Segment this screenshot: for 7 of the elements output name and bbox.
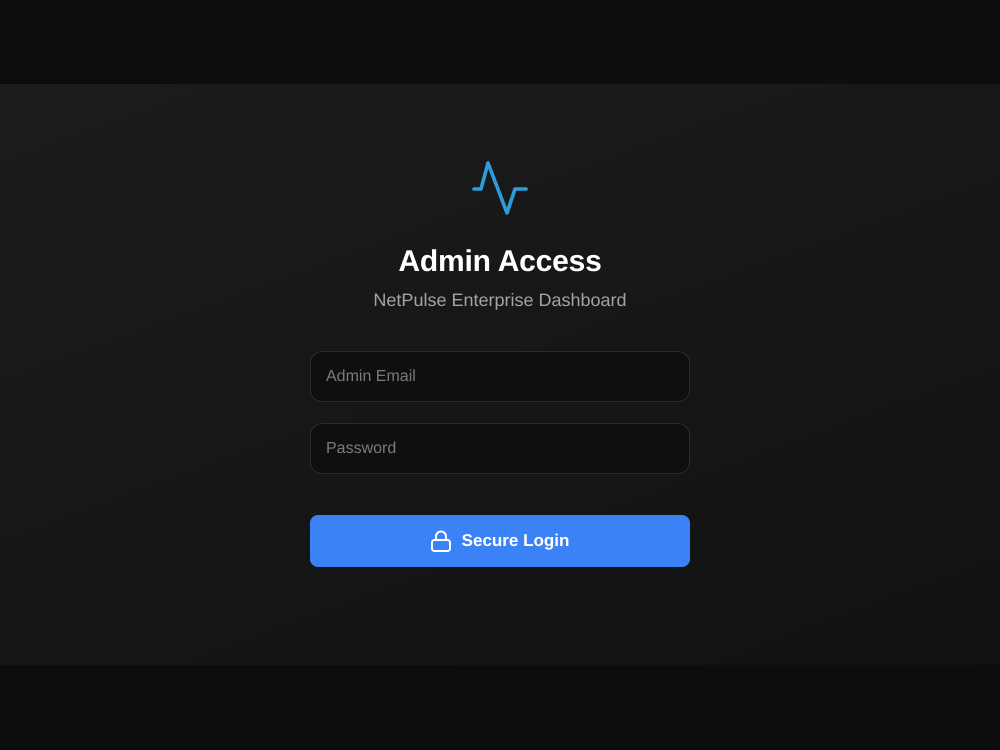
lock-icon: [430, 530, 451, 552]
page-subtitle: NetPulse Enterprise Dashboard: [373, 289, 627, 312]
login-button[interactable]: Secure Login: [310, 515, 690, 567]
pulse-icon: [472, 160, 528, 216]
page-title: Admin Access: [398, 244, 602, 280]
password-field[interactable]: Password: [310, 423, 690, 474]
email-field[interactable]: Admin Email: [310, 351, 690, 402]
